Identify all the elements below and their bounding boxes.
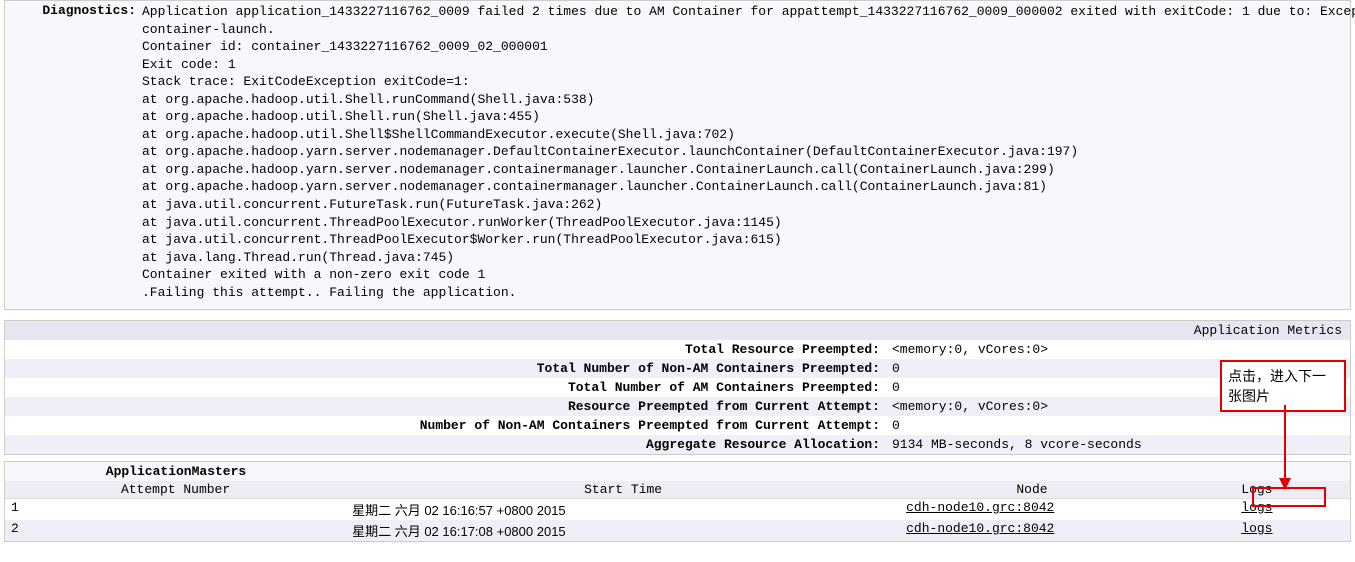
diagnostics-panel: Diagnostics: Application application_143… [4, 0, 1351, 310]
metrics-row: Number of Non-AM Containers Preempted fr… [5, 416, 1350, 435]
masters-title-row: ApplicationMasters [5, 462, 1350, 481]
application-metrics-panel: Application Metrics Total Resource Preem… [4, 320, 1351, 455]
diagnostics-content: Application application_1433227116762_00… [142, 3, 1355, 301]
node-link[interactable]: cdh-node10.grc:8042 [900, 520, 1164, 541]
diagnostics-label: Diagnostics: [11, 3, 142, 301]
metrics-label: Aggregate Resource Allocation: [5, 437, 888, 452]
attempt-number: 2 [5, 520, 346, 541]
metrics-value: 9134 MB-seconds, 8 vcore-seconds [888, 437, 1142, 452]
start-time: 星期二 六月 02 16:16:57 +0800 2015 [346, 499, 900, 520]
logs-link[interactable]: logs [1164, 520, 1350, 541]
metrics-label: Total Number of AM Containers Preempted: [5, 380, 888, 395]
table-row: 1 星期二 六月 02 16:16:57 +0800 2015 cdh-node… [5, 499, 1350, 520]
metrics-row: Aggregate Resource Allocation: 9134 MB-s… [5, 435, 1350, 454]
metrics-label: Total Resource Preempted: [5, 342, 888, 357]
masters-title: ApplicationMasters [5, 462, 347, 481]
col-header-logs: Logs [1164, 481, 1350, 498]
metrics-value: 0 [888, 418, 900, 433]
annotation-callout: 点击，进入下一张图片 [1220, 360, 1346, 412]
metrics-row: Resource Preempted from Current Attempt:… [5, 397, 1350, 416]
metrics-value: 0 [888, 361, 900, 376]
metrics-label: Resource Preempted from Current Attempt: [5, 399, 888, 414]
metrics-header: Application Metrics [5, 321, 1350, 340]
metrics-value: 0 [888, 380, 900, 395]
metrics-row: Total Resource Preempted: <memory:0, vCo… [5, 340, 1350, 359]
metrics-row: Total Number of AM Containers Preempted:… [5, 378, 1350, 397]
masters-header-row: Attempt Number Start Time Node Logs [5, 481, 1350, 499]
table-row: 2 星期二 六月 02 16:17:08 +0800 2015 cdh-node… [5, 520, 1350, 541]
attempt-number: 1 [5, 499, 346, 520]
logs-link[interactable]: logs [1164, 499, 1350, 520]
col-header-start: Start Time [346, 481, 900, 498]
metrics-value: <memory:0, vCores:0> [888, 399, 1048, 414]
start-time: 星期二 六月 02 16:17:08 +0800 2015 [346, 520, 900, 541]
col-header-attempt: Attempt Number [5, 481, 346, 498]
application-masters-panel: ApplicationMasters Attempt Number Start … [4, 461, 1351, 542]
node-link[interactable]: cdh-node10.grc:8042 [900, 499, 1164, 520]
metrics-label: Number of Non-AM Containers Preempted fr… [5, 418, 888, 433]
metrics-label: Total Number of Non-AM Containers Preemp… [5, 361, 888, 376]
metrics-value: <memory:0, vCores:0> [888, 342, 1048, 357]
col-header-node: Node [900, 481, 1164, 498]
metrics-row: Total Number of Non-AM Containers Preemp… [5, 359, 1350, 378]
